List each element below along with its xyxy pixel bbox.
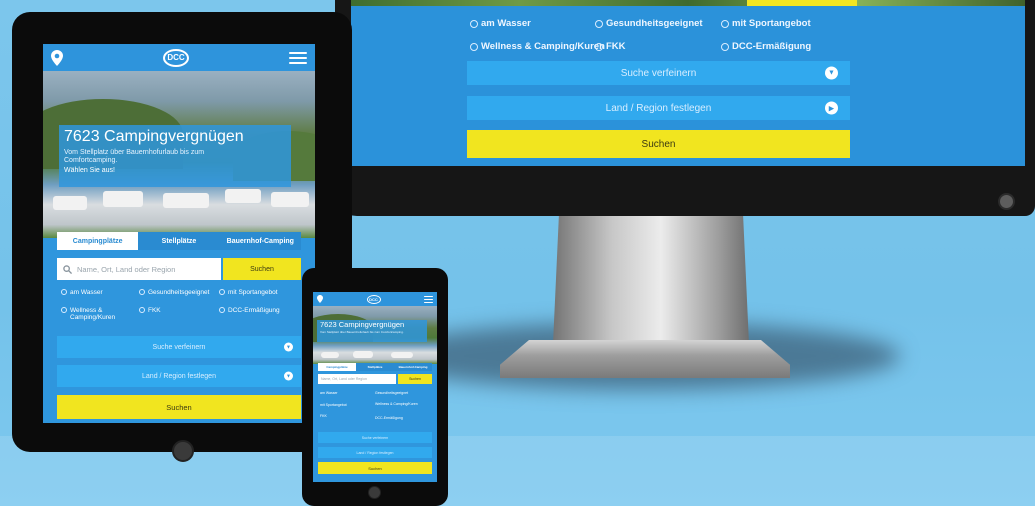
radio-icon: [61, 289, 67, 295]
phone-device: DCC 7623 Campingvergnügen Vom Stellplatz…: [302, 268, 448, 506]
monitor-stand-base: [500, 340, 790, 378]
chevron-down-icon: ▼: [825, 66, 838, 80]
filter-geeignet[interactable]: Gesundheitsgeeignet: [139, 289, 209, 296]
filter-am-wasser[interactable]: am Wasser: [61, 289, 103, 296]
filter-dcc[interactable]: DCC-Ermäßigung: [219, 307, 280, 314]
tab-campingplaetze[interactable]: Campingplätze: [57, 232, 139, 250]
filter-geeignet[interactable]: Gesundheitsgeeignet: [375, 391, 408, 395]
dropdown-country[interactable]: Land / Region festlegen: [318, 447, 432, 458]
dropdown-country[interactable]: Land / Region festlegen ▼: [57, 365, 301, 387]
search-submit-button[interactable]: Suchen: [57, 395, 301, 419]
tablet-device: DCC 7623 Campingvergnügen Vom Stellplatz…: [12, 12, 352, 462]
radio-icon: [61, 307, 67, 313]
filter-sport[interactable]: mit Sportangebot: [721, 18, 811, 29]
search-icon: [63, 264, 72, 274]
radio-icon: [470, 19, 478, 28]
chevron-down-icon: ▼: [284, 342, 293, 352]
power-icon[interactable]: [998, 193, 1015, 210]
radio-icon: [470, 42, 478, 51]
tab-bauernhof[interactable]: Bauernhof-Camping: [394, 363, 432, 371]
filter-fkk[interactable]: FKK: [595, 41, 626, 52]
hero-title: 7623 Campingvergnügen: [320, 320, 405, 329]
filter-sport[interactable]: mit Sportangebot: [219, 289, 278, 296]
radio-icon: [721, 42, 729, 51]
desktop-monitor: am Wasser Gesundheitsgeeignet mit Sporta…: [335, 0, 1035, 216]
location-pin-icon[interactable]: [51, 49, 63, 66]
category-tabs: Campingplätze Stellplätze Bauernhof-Camp…: [318, 363, 432, 371]
hero-title: 7623 Campingvergnügen: [64, 128, 244, 145]
filter-am-wasser[interactable]: am Wasser: [320, 391, 338, 395]
hero-text-box: 7623 Campingvergnügen Vom Stellplatz übe…: [59, 125, 291, 187]
filter-wellness[interactable]: Wellness & Camping/Kuren: [375, 402, 423, 406]
hero-image: 7623 Campingvergnügen Vom Stellplatz übe…: [43, 71, 315, 238]
hero-photo-strip: [351, 0, 1025, 6]
nav-bar: DCC: [313, 292, 437, 306]
hero-text-box: 7623 Campingvergnügen Vom Stellplatz übe…: [317, 320, 427, 342]
phone-screen: DCC 7623 Campingvergnügen Vom Stellplatz…: [313, 292, 437, 482]
search-button[interactable]: Suchen: [398, 374, 432, 384]
filter-wellness[interactable]: Wellness & Camping/Kuren: [470, 41, 605, 52]
hamburger-menu-icon[interactable]: [424, 294, 433, 305]
search-submit-button[interactable]: Suchen: [318, 462, 432, 474]
dropdown-more[interactable]: Suche verfeinern ▼: [57, 336, 301, 358]
tab-stellplaetze[interactable]: Stellplätze: [356, 363, 394, 371]
radio-icon: [219, 289, 225, 295]
filter-dcc[interactable]: DCC-Ermäßigung: [721, 41, 811, 52]
filter-am-wasser[interactable]: am Wasser: [470, 18, 531, 29]
tablet-screen: DCC 7623 Campingvergnügen Vom Stellplatz…: [43, 44, 315, 423]
search-button[interactable]: Suchen: [223, 258, 301, 280]
chevron-down-icon: ▼: [284, 371, 293, 381]
hero-image: 7623 Campingvergnügen Vom Stellplatz übe…: [313, 306, 437, 364]
hamburger-menu-icon[interactable]: [289, 49, 307, 67]
search-submit-button[interactable]: Suchen: [467, 130, 850, 158]
tab-stellplaetze[interactable]: Stellplätze: [138, 232, 220, 250]
monitor-stand-neck: [553, 216, 749, 344]
radio-icon: [139, 289, 145, 295]
nav-bar: DCC: [43, 44, 315, 71]
filter-sport[interactable]: mit Sportangebot: [320, 403, 347, 407]
home-button[interactable]: [368, 486, 381, 499]
filter-dcc[interactable]: DCC-Ermäßigung: [375, 416, 403, 420]
search-input[interactable]: Name, Ort, Land oder Region: [57, 258, 221, 280]
desktop-screen: am Wasser Gesundheitsgeeignet mit Sporta…: [351, 0, 1025, 166]
dropdown-more[interactable]: Suche verfeinern ▼: [467, 61, 850, 85]
radio-icon: [595, 42, 603, 51]
chevron-right-icon: ▶: [825, 101, 838, 115]
search-input[interactable]: Name, Ort, Land oder Region: [318, 374, 396, 384]
tab-bauernhof[interactable]: Bauernhof-Camping: [219, 232, 301, 250]
dcc-logo[interactable]: DCC: [163, 48, 189, 67]
dcc-logo[interactable]: DCC: [366, 294, 381, 304]
filter-fkk[interactable]: FKK: [320, 414, 327, 418]
radio-icon: [139, 307, 145, 313]
tab-campingplaetze[interactable]: Campingplätze: [318, 363, 356, 371]
filter-fkk[interactable]: FKK: [139, 307, 161, 314]
hero-cta: Wählen Sie aus!: [64, 167, 115, 174]
radio-icon: [595, 19, 603, 28]
hero-subtitle: Vom Stellplatz über Bauernhofurlaub bis …: [320, 330, 404, 334]
filter-geeignet[interactable]: Gesundheitsgeeignet: [595, 18, 703, 29]
radio-icon: [219, 307, 225, 313]
category-tabs: Campingplätze Stellplätze Bauernhof-Camp…: [57, 232, 301, 250]
radio-icon: [721, 19, 729, 28]
location-pin-icon[interactable]: [317, 295, 323, 303]
filter-wellness[interactable]: Wellness & Camping/Kuren: [61, 307, 133, 321]
dropdown-country[interactable]: Land / Region festlegen ▶: [467, 96, 850, 120]
home-button[interactable]: [172, 440, 194, 462]
hero-subtitle: Vom Stellplatz über Bauernhofurlaub bis …: [64, 149, 205, 164]
dropdown-more[interactable]: Suche verfeinern: [318, 432, 432, 443]
